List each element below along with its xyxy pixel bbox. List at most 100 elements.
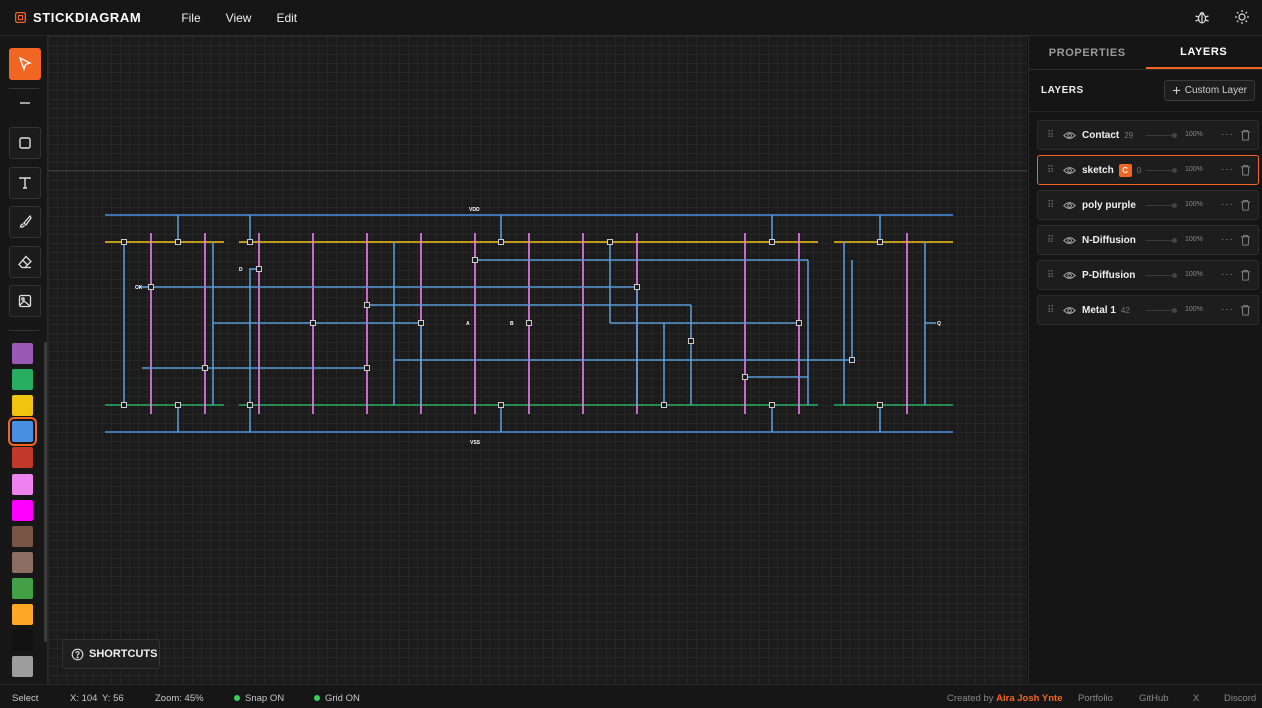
trash-icon[interactable] <box>1240 129 1251 141</box>
color-swatch[interactable] <box>12 630 33 652</box>
more-icon[interactable]: ··· <box>1221 129 1234 140</box>
contact[interactable] <box>769 402 775 408</box>
shortcuts-button[interactable]: SHORTCUTS <box>62 639 160 669</box>
contact[interactable] <box>634 284 640 290</box>
color-swatch[interactable] <box>12 395 33 417</box>
drag-handle-icon[interactable]: ⠿ <box>1047 165 1055 176</box>
link-x[interactable]: X <box>1193 693 1199 704</box>
rectangle-tool[interactable] <box>9 127 41 159</box>
vdd-label[interactable]: VDD <box>469 207 480 213</box>
stick-diagram[interactable]: VDD VSS D CK A B Q <box>48 36 1027 684</box>
link-discord[interactable]: Discord <box>1224 693 1256 704</box>
contact[interactable] <box>607 239 613 245</box>
color-swatch[interactable] <box>12 343 33 364</box>
color-swatch[interactable] <box>12 577 33 599</box>
eye-icon[interactable] <box>1063 304 1076 317</box>
contact[interactable] <box>688 338 694 344</box>
eye-icon[interactable] <box>1063 199 1076 212</box>
link-github[interactable]: GitHub <box>1139 693 1169 704</box>
drawing-canvas[interactable]: VDD VSS D CK A B Q <box>48 36 1027 684</box>
color-swatch[interactable] <box>12 604 33 625</box>
link-portfolio[interactable]: Portfolio <box>1078 693 1113 704</box>
tab-layers[interactable]: LAYERS <box>1145 36 1262 69</box>
contact[interactable] <box>742 374 748 380</box>
status-grid[interactable]: Grid ON <box>314 693 360 704</box>
layer-row[interactable]: ⠿ sketch C 0 100% ··· <box>1037 155 1259 185</box>
input-label-ck[interactable]: CK <box>135 285 143 291</box>
contact[interactable] <box>175 239 181 245</box>
menu-file[interactable]: File <box>181 11 200 25</box>
status-snap[interactable]: Snap ON <box>234 693 284 704</box>
drag-handle-icon[interactable]: ⠿ <box>1047 235 1055 246</box>
input-label-d[interactable]: D <box>239 267 243 273</box>
color-swatch[interactable] <box>12 656 33 678</box>
contact[interactable] <box>310 320 316 326</box>
eye-icon[interactable] <box>1063 164 1076 177</box>
more-icon[interactable]: ··· <box>1221 269 1234 280</box>
color-swatch[interactable] <box>12 499 33 521</box>
more-icon[interactable]: ··· <box>1221 304 1234 315</box>
contact[interactable] <box>661 402 667 408</box>
bug-icon[interactable] <box>1194 9 1210 25</box>
layer-row[interactable]: ⠿ poly purple 100% ··· <box>1037 190 1259 220</box>
menu-edit[interactable]: Edit <box>276 11 297 25</box>
contact[interactable] <box>877 402 883 408</box>
contact[interactable] <box>418 320 424 326</box>
color-swatch[interactable] <box>12 369 33 391</box>
trash-icon[interactable] <box>1240 304 1251 316</box>
opacity-slider[interactable] <box>1146 273 1177 278</box>
opacity-slider[interactable] <box>1146 203 1177 208</box>
contact[interactable] <box>877 239 883 245</box>
color-swatch[interactable] <box>12 447 33 469</box>
contact[interactable] <box>472 257 478 263</box>
contact[interactable] <box>247 402 253 408</box>
contact[interactable] <box>526 320 532 326</box>
eraser-tool[interactable] <box>9 246 41 278</box>
color-swatch[interactable] <box>12 525 33 547</box>
contact[interactable] <box>121 402 127 408</box>
menu-view[interactable]: View <box>226 11 252 25</box>
contact[interactable] <box>202 365 208 371</box>
opacity-slider[interactable] <box>1146 168 1177 173</box>
trash-icon[interactable] <box>1240 164 1251 176</box>
trash-icon[interactable] <box>1240 234 1251 246</box>
drag-handle-icon[interactable]: ⠿ <box>1047 130 1055 141</box>
contact[interactable] <box>148 284 154 290</box>
credit-author[interactable]: Aira Josh Ynte <box>996 693 1062 704</box>
contact[interactable] <box>849 357 855 363</box>
contact[interactable] <box>796 320 802 326</box>
sun-icon[interactable] <box>1234 9 1250 25</box>
line-tool[interactable] <box>9 87 41 119</box>
layer-row[interactable]: ⠿ N-Diffusion 100% ··· <box>1037 225 1259 255</box>
contact[interactable] <box>175 402 181 408</box>
vss-label[interactable]: VSS <box>470 440 481 446</box>
contact[interactable] <box>256 266 262 272</box>
contact[interactable] <box>498 239 504 245</box>
text-tool[interactable] <box>9 167 41 199</box>
more-icon[interactable]: ··· <box>1221 199 1234 210</box>
more-icon[interactable]: ··· <box>1221 164 1234 175</box>
custom-layer-button[interactable]: Custom Layer <box>1163 80 1255 101</box>
opacity-slider[interactable] <box>1146 308 1177 313</box>
contact[interactable] <box>769 239 775 245</box>
select-tool[interactable] <box>9 48 41 80</box>
layer-row[interactable]: ⠿ P-Diffusion 100% ··· <box>1037 260 1259 290</box>
contact[interactable] <box>247 239 253 245</box>
color-swatch[interactable] <box>12 551 33 573</box>
brush-tool[interactable] <box>9 206 41 238</box>
image-tool[interactable] <box>9 285 41 317</box>
app-logo[interactable]: STICKDIAGRAM <box>14 10 141 25</box>
drag-handle-icon[interactable]: ⠿ <box>1047 200 1055 211</box>
contact[interactable] <box>364 365 370 371</box>
drag-handle-icon[interactable]: ⠿ <box>1047 270 1055 281</box>
more-icon[interactable]: ··· <box>1221 234 1234 245</box>
trash-icon[interactable] <box>1240 269 1251 281</box>
contact[interactable] <box>498 402 504 408</box>
eye-icon[interactable] <box>1063 269 1076 282</box>
tab-properties[interactable]: PROPERTIES <box>1029 36 1146 69</box>
trash-icon[interactable] <box>1240 199 1251 211</box>
output-label-q[interactable]: Q <box>937 321 941 327</box>
opacity-slider[interactable] <box>1146 133 1177 138</box>
layer-row[interactable]: ⠿ Contact 29 100% ··· <box>1037 120 1259 150</box>
input-label-a[interactable]: A <box>466 321 470 327</box>
